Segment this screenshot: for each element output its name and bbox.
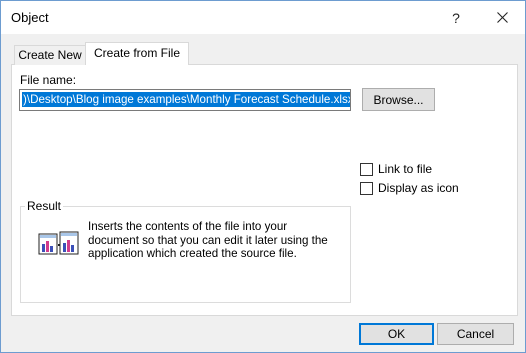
link-to-file-option[interactable]: Link to file bbox=[360, 162, 432, 176]
tab-create-new-label: Create New bbox=[18, 48, 82, 62]
tab-create-new[interactable]: Create New bbox=[14, 45, 86, 65]
ok-button-label: OK bbox=[387, 327, 406, 341]
result-legend: Result bbox=[25, 199, 64, 213]
file-name-label: File name: bbox=[20, 73, 77, 87]
display-as-icon-checkbox[interactable] bbox=[360, 181, 373, 195]
display-as-icon-label: Display as icon bbox=[378, 181, 459, 195]
file-name-value: )\Desktop\Blog image examples\Monthly Fo… bbox=[22, 92, 350, 107]
ok-button[interactable]: OK bbox=[359, 323, 434, 345]
title-bar: Object ? bbox=[1, 1, 525, 34]
browse-button-label: Browse... bbox=[373, 92, 424, 107]
file-name-input[interactable]: )\Desktop\Blog image examples\Monthly Fo… bbox=[19, 89, 351, 111]
close-icon bbox=[496, 12, 508, 23]
help-button[interactable]: ? bbox=[433, 1, 479, 34]
close-button[interactable] bbox=[479, 1, 525, 34]
cancel-button[interactable]: Cancel bbox=[437, 323, 514, 345]
display-as-icon-option[interactable]: Display as icon bbox=[360, 181, 459, 195]
object-dialog: Object ? Create New Create from File Fil… bbox=[0, 0, 526, 353]
dialog-title: Object bbox=[11, 10, 49, 25]
cancel-button-label: Cancel bbox=[456, 327, 495, 341]
link-to-file-checkbox[interactable] bbox=[360, 162, 373, 176]
tab-create-from-file-label: Create from File bbox=[93, 46, 181, 60]
link-to-file-label: Link to file bbox=[378, 162, 433, 176]
result-description: Inserts the contents of the file into yo… bbox=[88, 220, 328, 260]
help-icon: ? bbox=[452, 9, 460, 26]
embed-object-icon bbox=[38, 230, 80, 261]
browse-button[interactable]: Browse... bbox=[362, 88, 435, 111]
tab-create-from-file[interactable]: Create from File bbox=[85, 42, 189, 65]
